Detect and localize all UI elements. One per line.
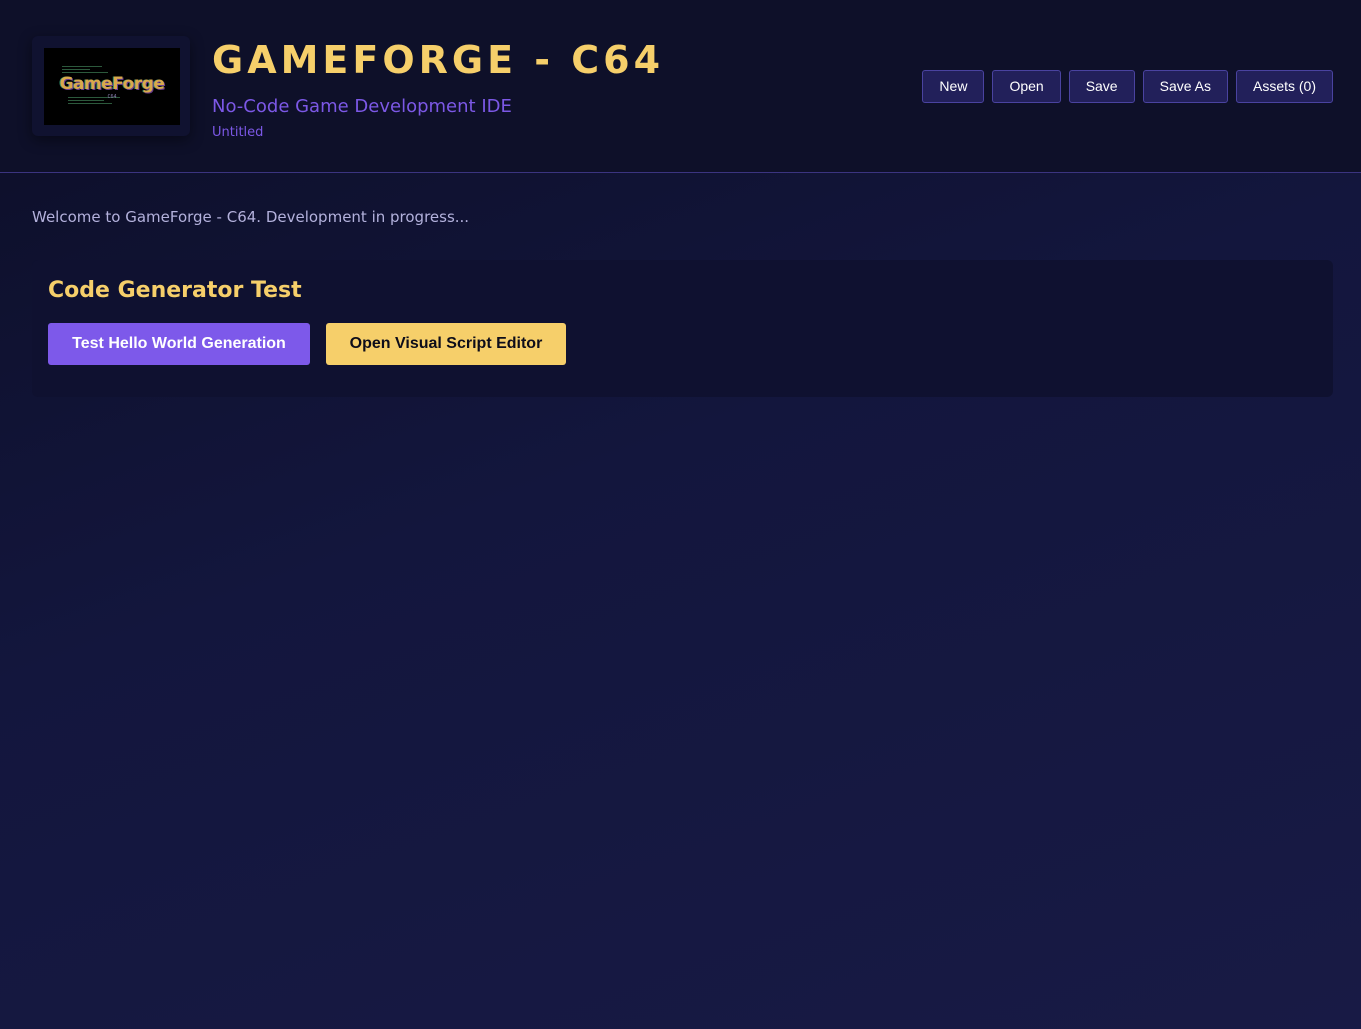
open-visual-script-editor-button[interactable]: Open Visual Script Editor <box>326 323 566 365</box>
assets-button[interactable]: Assets (0) <box>1235 70 1333 103</box>
app-logo: GameForge C64 <box>44 48 180 125</box>
logo-frame: GameForge C64 <box>32 36 190 136</box>
file-toolbar: New Open Save Save As Assets (0) <box>922 70 1333 103</box>
save-button[interactable]: Save <box>1068 70 1135 103</box>
logo-wordmark: GameForge <box>59 74 165 94</box>
project-filename: Untitled <box>212 125 264 140</box>
logo-subtext: C64 <box>107 94 117 100</box>
test-hello-world-button[interactable]: Test Hello World Generation <box>48 323 310 365</box>
code-generator-panel: Code Generator Test Test Hello World Gen… <box>32 260 1333 397</box>
app-subtitle: No-Code Game Development IDE <box>212 96 512 117</box>
welcome-message: Welcome to GameForge - C64. Development … <box>32 208 470 226</box>
open-button[interactable]: Open <box>992 70 1061 103</box>
save-as-button[interactable]: Save As <box>1142 70 1228 103</box>
panel-title: Code Generator Test <box>48 278 302 303</box>
new-button[interactable]: New <box>922 70 985 103</box>
app-title: GAMEFORGE - C64 <box>212 38 665 82</box>
app-header: GameForge C64 GAMEFORGE - C64 No-Code Ga… <box>0 0 1361 173</box>
